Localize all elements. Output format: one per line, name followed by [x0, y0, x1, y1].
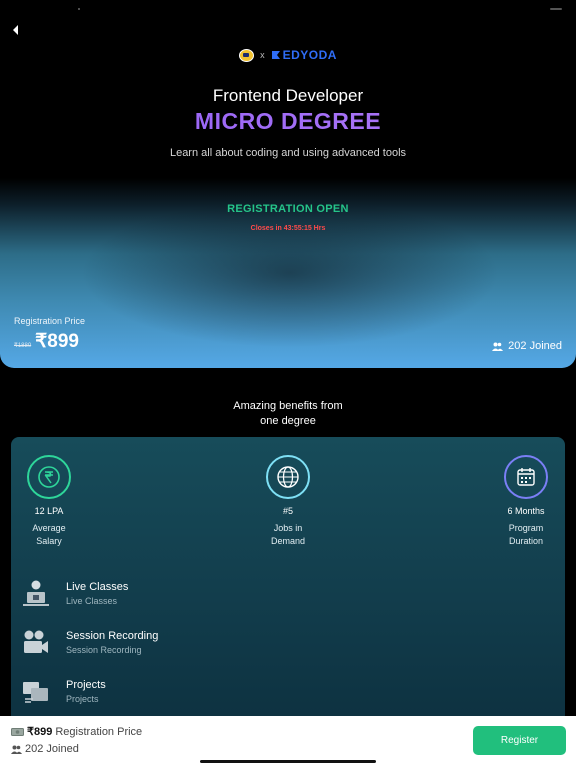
users-icon	[11, 745, 22, 754]
hero-subtitle: Learn all about coding and using advance…	[169, 147, 407, 159]
stat-salary: 12 LPA Average Salary	[11, 455, 94, 548]
joined-text: 202 Joined	[508, 340, 562, 352]
partner-logo	[239, 48, 255, 62]
stat-value: #5	[282, 506, 293, 516]
calendar-icon	[504, 455, 548, 499]
feature-title: Session Recording	[66, 630, 159, 642]
status-bar	[0, 8, 576, 12]
stat-label-line1: Average	[32, 523, 66, 533]
stat-label-line1: Jobs in	[273, 523, 303, 533]
chevron-left-icon	[13, 25, 18, 35]
feature-live-classes: Live Classes Live Classes	[21, 579, 321, 611]
stat-duration: 6 Months Program Duration	[481, 455, 565, 548]
current-price: ₹899	[35, 331, 79, 352]
stat-label-line1: Program	[508, 523, 544, 533]
video-camera-icon	[24, 630, 48, 653]
stat-label: Program Duration	[481, 522, 565, 548]
stat-value: 6 Months	[507, 506, 545, 516]
edyoda-logo: EDYODA	[271, 48, 337, 62]
stat-label: Average Salary	[11, 522, 94, 548]
countdown-text: Closes in 43:55:15 Hrs	[250, 225, 326, 232]
live-class-icon	[23, 580, 49, 606]
benefits-heading-line1: Amazing benefits from	[233, 400, 343, 412]
register-button[interactable]: Register	[473, 726, 566, 755]
edyoda-mark-icon	[271, 51, 280, 59]
back-button[interactable]	[8, 22, 24, 38]
original-price: ₹1880	[14, 343, 32, 349]
stat-label-line2: Salary	[36, 536, 62, 546]
registration-panel: REGISTRATION OPEN Closes in 43:55:15 Hrs…	[0, 178, 576, 368]
projects-icon	[23, 682, 48, 703]
stat-label-line2: Duration	[508, 536, 544, 546]
partner-brand-row: x EDYODA	[0, 48, 576, 62]
feature-session-recording: Session Recording Session Recording	[21, 628, 321, 660]
feature-subtitle: Projects	[66, 694, 99, 704]
bottom-price-label: Registration Price	[55, 725, 143, 738]
stat-jobs: #5 Jobs in Demand	[243, 455, 333, 548]
benefits-heading-line2: one degree	[260, 415, 316, 427]
feature-title: Projects	[66, 679, 106, 691]
hero-title: MICRO DEGREE	[0, 108, 576, 135]
feature-title: Live Classes	[66, 581, 129, 593]
stat-value: 12 LPA	[34, 506, 64, 516]
benefits-heading: Amazing benefits from one degree	[0, 399, 576, 429]
bottom-joined-text: 202 Joined	[25, 743, 79, 755]
benefits-card: 12 LPA Average Salary #5 Jobs in Demand	[11, 437, 565, 727]
brand-separator: x	[260, 50, 265, 60]
rupee-coins-icon	[27, 455, 71, 499]
price-label: Registration Price	[14, 316, 86, 326]
stat-label-line2: Demand	[270, 536, 306, 546]
bottom-joined: 202 Joined	[11, 743, 79, 755]
feature-subtitle: Session Recording	[66, 645, 142, 655]
hero-role: Frontend Developer	[212, 86, 364, 105]
registration-status: REGISTRATION OPEN	[227, 203, 349, 215]
bottom-price: ₹899 Registration Price	[11, 725, 142, 738]
stat-label: Jobs in Demand	[243, 522, 333, 548]
feature-projects: Projects Projects	[21, 677, 321, 709]
joined-count: 202 Joined	[492, 340, 562, 352]
home-indicator	[200, 760, 376, 763]
users-icon	[492, 342, 504, 351]
brand-name: EDYODA	[282, 48, 337, 62]
globe-icon	[266, 455, 310, 499]
price-row: ₹1880 ₹899	[14, 330, 79, 353]
feature-subtitle: Live Classes	[66, 596, 118, 606]
bottom-price-amount: ₹899	[27, 726, 53, 738]
cash-icon	[11, 727, 24, 736]
